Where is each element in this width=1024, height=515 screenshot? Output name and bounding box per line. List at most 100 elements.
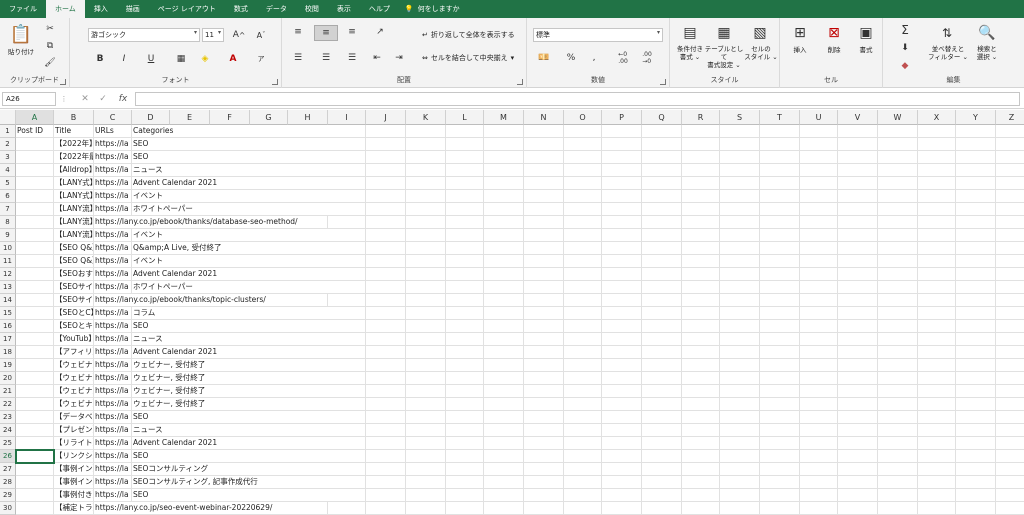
cell-A1[interactable]: Post ID [16, 125, 54, 138]
cell-W10[interactable] [878, 242, 918, 255]
cell-N3[interactable] [524, 151, 564, 164]
cell-R29[interactable] [682, 489, 720, 502]
cell-A16[interactable] [16, 320, 54, 333]
cell-A28[interactable] [16, 476, 54, 489]
cell-A14[interactable] [16, 294, 54, 307]
cell-Q19[interactable] [642, 359, 682, 372]
cell-V20[interactable] [838, 372, 878, 385]
cell-Q1[interactable] [642, 125, 682, 138]
cell-O18[interactable] [564, 346, 602, 359]
cell-Z4[interactable] [996, 164, 1024, 177]
column-header-X[interactable]: X [918, 110, 956, 125]
cell-U27[interactable] [800, 463, 838, 476]
copy-icon[interactable]: ⧉ [44, 40, 56, 52]
cell-B10[interactable]: 【SEO Q&】 [54, 242, 94, 255]
decrease-indent-icon[interactable]: ⇤ [370, 52, 384, 64]
cell-X8[interactable] [918, 216, 956, 229]
tab-6[interactable]: データ [257, 0, 296, 18]
cell-L15[interactable] [446, 307, 484, 320]
cell-Q30[interactable] [642, 502, 682, 515]
cell-V17[interactable] [838, 333, 878, 346]
cell-N21[interactable] [524, 385, 564, 398]
cell-L17[interactable] [446, 333, 484, 346]
cell-Q11[interactable] [642, 255, 682, 268]
cell-R27[interactable] [682, 463, 720, 476]
cell-C28[interactable]: https://la [94, 476, 132, 489]
cell-S24[interactable] [720, 424, 760, 437]
cell-C2[interactable]: https://la [94, 138, 132, 151]
cell-L11[interactable] [446, 255, 484, 268]
tell-me-box[interactable]: 💡 何をしますか [399, 0, 460, 18]
cell-V25[interactable] [838, 437, 878, 450]
cell-L16[interactable] [446, 320, 484, 333]
cell-O10[interactable] [564, 242, 602, 255]
cell-C3[interactable]: https://la [94, 151, 132, 164]
cell-Y22[interactable] [956, 398, 996, 411]
cell-M7[interactable] [484, 203, 524, 216]
border-icon[interactable]: ▦ [174, 52, 188, 66]
cell-X27[interactable] [918, 463, 956, 476]
cell-S28[interactable] [720, 476, 760, 489]
cell-O8[interactable] [564, 216, 602, 229]
cell-P6[interactable] [602, 190, 642, 203]
cell-R17[interactable] [682, 333, 720, 346]
cell-C29[interactable]: https://la [94, 489, 132, 502]
paste-icon[interactable]: 📋 [10, 22, 32, 46]
cell-O21[interactable] [564, 385, 602, 398]
cell-X20[interactable] [918, 372, 956, 385]
cell-Z13[interactable] [996, 281, 1024, 294]
cell-X14[interactable] [918, 294, 956, 307]
cell-O14[interactable] [564, 294, 602, 307]
cell-X5[interactable] [918, 177, 956, 190]
cell-Y4[interactable] [956, 164, 996, 177]
column-header-D[interactable]: D [132, 110, 170, 125]
cell-J25[interactable] [366, 437, 406, 450]
cell-J22[interactable] [366, 398, 406, 411]
column-header-U[interactable]: U [800, 110, 838, 125]
cell-A7[interactable] [16, 203, 54, 216]
fill-color-icon[interactable]: ◈ [198, 52, 212, 66]
cell-Z23[interactable] [996, 411, 1024, 424]
cell-S14[interactable] [720, 294, 760, 307]
cell-M15[interactable] [484, 307, 524, 320]
cell-X6[interactable] [918, 190, 956, 203]
cell-U20[interactable] [800, 372, 838, 385]
cell-Q24[interactable] [642, 424, 682, 437]
cell-U18[interactable] [800, 346, 838, 359]
cell-S30[interactable] [720, 502, 760, 515]
cell-S26[interactable] [720, 450, 760, 463]
cell-S7[interactable] [720, 203, 760, 216]
cell-R19[interactable] [682, 359, 720, 372]
cell-U19[interactable] [800, 359, 838, 372]
cell-O11[interactable] [564, 255, 602, 268]
cell-J24[interactable] [366, 424, 406, 437]
cell-B3[interactable]: 【2022年最 [54, 151, 94, 164]
tab-8[interactable]: 表示 [328, 0, 360, 18]
clear-icon[interactable]: ◆ [897, 60, 913, 72]
merge-center-button[interactable]: ⇔ セルを結合して中央揃え ▾ [422, 53, 514, 63]
orientation-icon[interactable]: ↗ [370, 26, 390, 38]
cell-M23[interactable] [484, 411, 524, 424]
cell-X24[interactable] [918, 424, 956, 437]
cell-O12[interactable] [564, 268, 602, 281]
cell-X28[interactable] [918, 476, 956, 489]
tab-7[interactable]: 校閲 [296, 0, 328, 18]
cell-L28[interactable] [446, 476, 484, 489]
cell-Y28[interactable] [956, 476, 996, 489]
cell-L8[interactable] [446, 216, 484, 229]
cell-M5[interactable] [484, 177, 524, 190]
cell-Q2[interactable] [642, 138, 682, 151]
cell-R12[interactable] [682, 268, 720, 281]
cell-D12[interactable]: Advent Calendar 2021 [132, 268, 366, 281]
cell-K10[interactable] [406, 242, 446, 255]
cell-L22[interactable] [446, 398, 484, 411]
cell-P25[interactable] [602, 437, 642, 450]
cell-O23[interactable] [564, 411, 602, 424]
insert-cells-button[interactable]: 挿入 [786, 46, 814, 54]
cell-J29[interactable] [366, 489, 406, 502]
format-as-table-icon[interactable]: ▦ [714, 23, 734, 43]
cell-R24[interactable] [682, 424, 720, 437]
cell-L27[interactable] [446, 463, 484, 476]
cell-S8[interactable] [720, 216, 760, 229]
cell-B17[interactable]: 【YouTub】 [54, 333, 94, 346]
